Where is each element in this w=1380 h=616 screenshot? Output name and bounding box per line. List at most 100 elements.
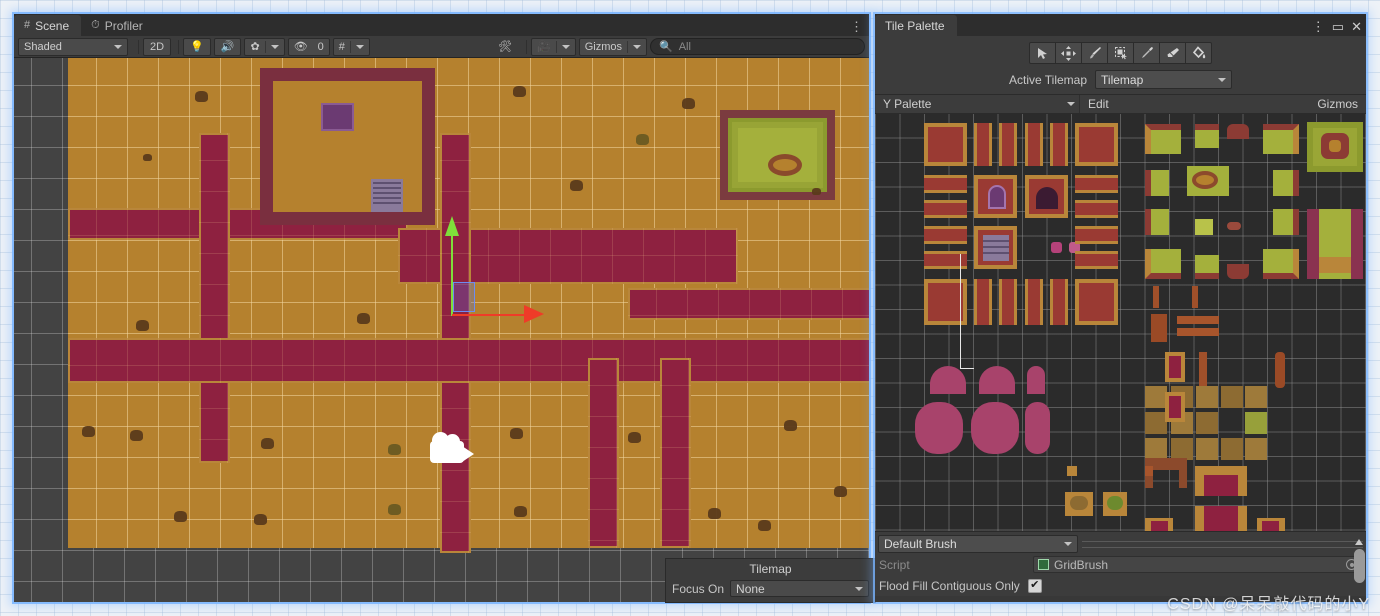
palette-tile[interactable] <box>999 279 1017 325</box>
palette-tile[interactable] <box>1227 264 1249 279</box>
tab-profiler[interactable]: ⏱ Profiler <box>81 15 155 36</box>
gizmo-y-arrow-icon[interactable] <box>445 216 459 236</box>
grid-snap-icon[interactable]: # <box>334 39 350 55</box>
palette-tile[interactable] <box>974 123 992 166</box>
palette-tile[interactable] <box>1075 226 1118 244</box>
select-tool[interactable] <box>1029 42 1056 64</box>
palette-tile[interactable] <box>1227 124 1249 139</box>
scene-viewport[interactable] <box>14 58 869 602</box>
palette-tile[interactable] <box>1195 466 1247 496</box>
palette-canvas[interactable] <box>875 114 1366 531</box>
palette-tile[interactable] <box>1050 123 1068 166</box>
palette-tile-fence[interactable] <box>1153 286 1159 308</box>
paint-brush-tool[interactable] <box>1081 42 1108 64</box>
grid-snap-dropdown[interactable] <box>351 39 369 55</box>
palette-tile[interactable] <box>1196 386 1218 408</box>
flood-fill-checkbox[interactable]: ✔ <box>1027 578 1042 593</box>
tab-tile-palette[interactable]: Tile Palette <box>875 15 957 36</box>
palette-tile[interactable] <box>1075 251 1118 269</box>
palette-tile[interactable] <box>1221 386 1243 408</box>
toggle-2d-button[interactable]: 2D <box>143 37 172 56</box>
palette-tile[interactable] <box>1245 438 1267 460</box>
lightbulb-icon[interactable]: 💡 <box>183 37 211 56</box>
brush-dropdown[interactable]: Default Brush <box>878 535 1078 553</box>
tab-scene[interactable]: # Scene <box>14 15 82 36</box>
palette-tile[interactable] <box>1165 352 1185 382</box>
palette-tile[interactable] <box>1195 506 1247 531</box>
palette-tile[interactable] <box>1196 412 1218 434</box>
palette-tile-fence[interactable] <box>1177 316 1219 324</box>
tools-icon[interactable]: 🛠 <box>491 38 519 56</box>
palette-tile[interactable] <box>1187 166 1229 196</box>
active-tilemap-dropdown[interactable]: Tilemap <box>1095 70 1233 89</box>
palette-tile-tree[interactable] <box>1025 402 1050 454</box>
scene-search-field[interactable]: 🔍 All <box>650 38 865 55</box>
picker-tool[interactable] <box>1133 42 1160 64</box>
move-tool[interactable] <box>1055 42 1082 64</box>
scrollbar-thumb[interactable] <box>1354 549 1365 583</box>
palette-tile[interactable] <box>1195 124 1219 148</box>
palette-tile-fence[interactable] <box>1177 328 1219 336</box>
palette-tile[interactable] <box>924 175 967 193</box>
flood-fill-tool[interactable] <box>1185 42 1212 64</box>
maximize-icon[interactable]: ▭ <box>1332 20 1344 33</box>
eye-slash-icon[interactable]: 👁 <box>289 39 313 55</box>
effects-icon[interactable]: ✿ <box>245 39 264 55</box>
palette-tile-fence[interactable] <box>1199 352 1207 386</box>
palette-tile-tree[interactable] <box>1027 366 1045 394</box>
palette-tile[interactable] <box>1145 124 1181 154</box>
camera-icon[interactable]: 🎥 <box>532 39 556 55</box>
gizmo-x-axis[interactable] <box>452 314 526 316</box>
palette-tile[interactable] <box>1025 279 1043 325</box>
scene-camera-icon[interactable] <box>430 432 476 464</box>
palette-tile[interactable] <box>1145 170 1169 196</box>
palette-tile[interactable] <box>1227 222 1241 230</box>
palette-selection-box[interactable] <box>960 254 974 369</box>
focus-on-dropdown[interactable]: None <box>730 580 869 597</box>
palette-gizmos-button[interactable]: Gizmos <box>1317 97 1362 111</box>
palette-tile[interactable] <box>1075 200 1118 218</box>
palette-tile[interactable] <box>1245 386 1267 408</box>
palette-tile[interactable] <box>924 200 967 218</box>
palette-tile[interactable] <box>1195 219 1213 235</box>
palette-tile[interactable] <box>1145 249 1181 279</box>
palette-options-kebab-icon[interactable]: ⋮ <box>1312 20 1325 33</box>
gizmos-label[interactable]: Gizmos <box>580 39 627 55</box>
palette-tile-tree[interactable] <box>930 366 966 394</box>
palette-tile[interactable] <box>1050 279 1068 325</box>
camera-dropdown[interactable] <box>557 39 575 55</box>
palette-tile-fence[interactable] <box>1179 470 1187 488</box>
palette-tile[interactable] <box>1263 249 1299 279</box>
palette-tile[interactable] <box>1067 466 1077 476</box>
scroll-up-arrow-icon[interactable] <box>1355 539 1363 545</box>
palette-tile-cave[interactable] <box>1025 175 1068 218</box>
gizmo-xy-plane-handle[interactable] <box>453 282 475 312</box>
gizmos-dropdown[interactable] <box>628 39 646 55</box>
palette-tile[interactable] <box>1145 466 1153 476</box>
palette-tile[interactable] <box>974 279 992 325</box>
palette-tile[interactable] <box>1065 492 1093 516</box>
draw-mode-dropdown[interactable]: Shaded <box>18 37 128 56</box>
palette-tile[interactable] <box>1165 392 1185 422</box>
palette-tile[interactable] <box>1275 352 1285 388</box>
palette-tile[interactable] <box>1145 386 1167 408</box>
eraser-tool[interactable] <box>1159 42 1186 64</box>
palette-tile[interactable] <box>1103 492 1127 516</box>
palette-tile[interactable] <box>1075 279 1118 325</box>
palette-tile[interactable] <box>1263 124 1299 154</box>
palette-tile-fence[interactable] <box>1192 286 1198 308</box>
palette-tile[interactable] <box>1221 438 1243 460</box>
palette-tile[interactable] <box>1075 175 1118 193</box>
palette-tile[interactable] <box>1075 123 1118 166</box>
palette-tile-fence[interactable] <box>1151 314 1167 342</box>
speaker-icon[interactable]: 🔊 <box>213 37 242 56</box>
palette-edit-button[interactable]: Edit <box>1079 95 1117 113</box>
palette-tile[interactable] <box>1171 438 1193 460</box>
palette-tile-flower[interactable] <box>1051 242 1062 253</box>
scene-options-kebab-icon[interactable]: ⋮ <box>850 20 863 33</box>
palette-tile-waterfall[interactable] <box>1307 209 1363 279</box>
palette-tile[interactable] <box>1196 438 1218 460</box>
palette-tile[interactable] <box>1145 412 1167 434</box>
gizmo-x-arrow-icon[interactable] <box>524 305 544 323</box>
palette-tile[interactable] <box>1145 438 1167 460</box>
